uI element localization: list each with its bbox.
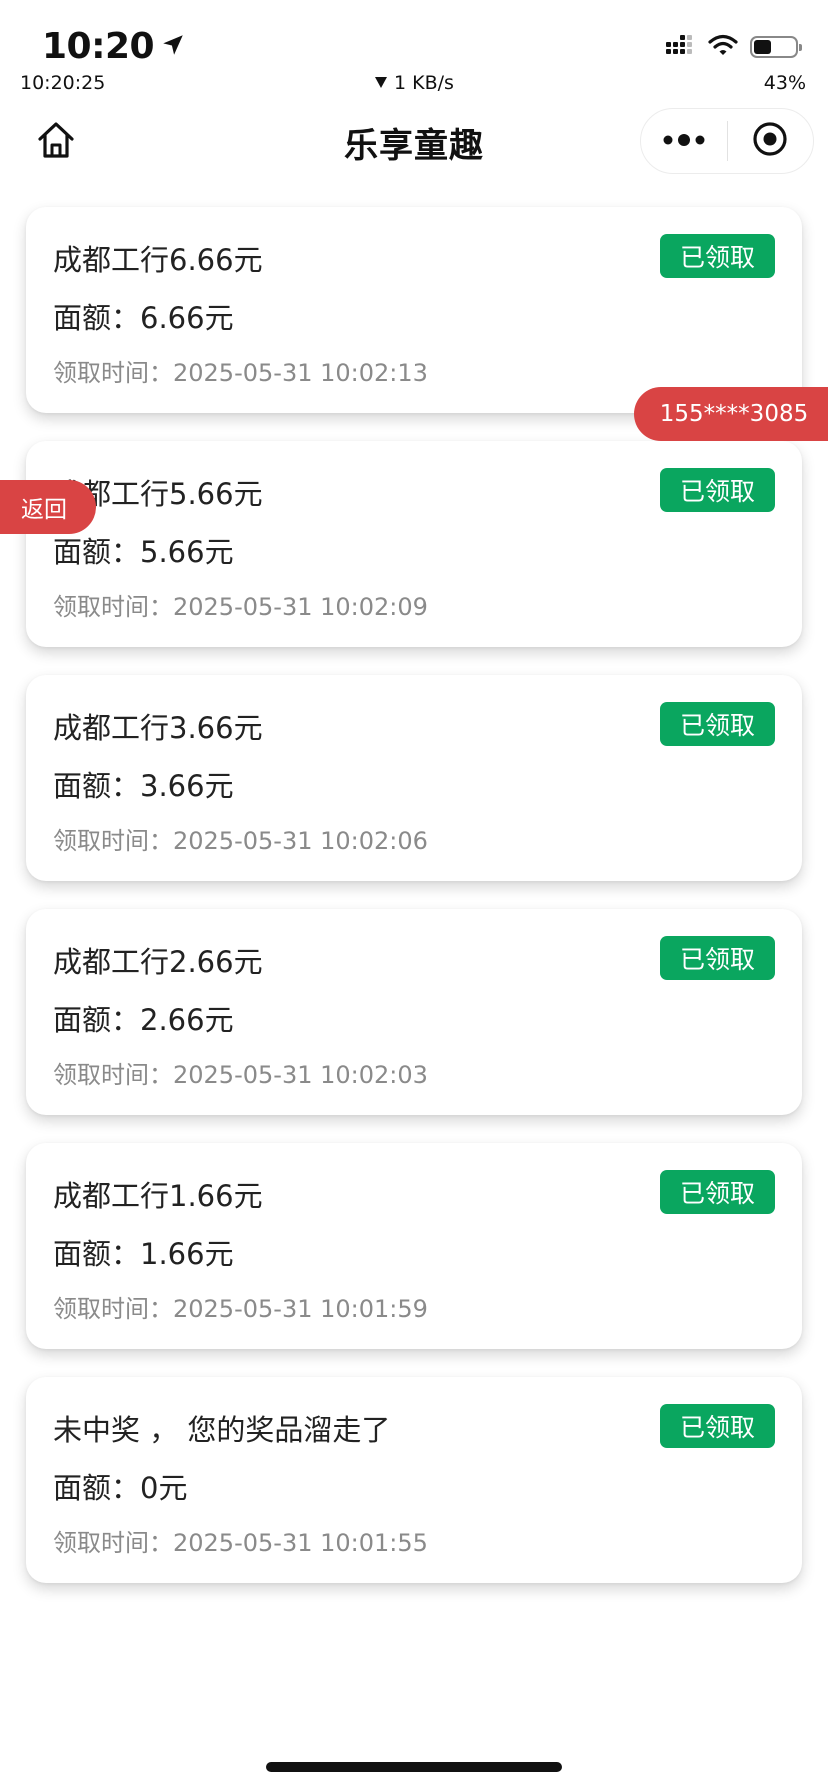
record-amount: 面额：2.66元 — [53, 997, 234, 1039]
time-label: 领取时间： — [53, 1529, 173, 1557]
record-amount: 面额：3.66元 — [53, 763, 234, 805]
record-title: 成都工行3.66元 — [53, 711, 263, 745]
download-arrow-icon — [374, 72, 388, 94]
status-seconds-time: 10:20:25 — [20, 72, 106, 94]
network-speed-text: 1 KB/s — [394, 72, 454, 94]
amount-label: 面额： — [53, 1237, 141, 1271]
status-icons — [666, 34, 802, 60]
amount-label: 面额： — [53, 535, 141, 569]
record-card: 成都工行5.66元 面额：5.66元 领取时间：2025-05-31 10:02… — [26, 441, 802, 647]
cellular-signal-icon — [666, 34, 696, 60]
time-value: 2025-05-31 10:02:09 — [173, 593, 428, 621]
amount-label: 面额： — [53, 1003, 141, 1037]
amount-value: 0元 — [140, 1471, 188, 1505]
time-value: 2025-05-31 10:02:06 — [173, 827, 428, 855]
record-title: 成都工行2.66元 — [53, 945, 263, 979]
record-amount: 面额：1.66元 — [53, 1231, 234, 1273]
nav-bar: 乐享童趣 — [0, 100, 828, 186]
amount-value: 6.66元 — [140, 301, 234, 335]
time-label: 领取时间： — [53, 359, 173, 387]
record-card: 成都工行3.66元 面额：3.66元 领取时间：2025-05-31 10:02… — [26, 675, 802, 881]
time-label: 领取时间： — [53, 827, 173, 855]
status-badge: 已领取 — [660, 1404, 775, 1448]
more-menu-button[interactable] — [641, 109, 727, 173]
status-time: 10:20 — [42, 26, 186, 67]
status-badge: 已领取 — [660, 468, 775, 512]
record-amount: 面额：0元 — [53, 1465, 187, 1507]
network-speed: 1 KB/s — [374, 72, 454, 94]
status-badge: 已领取 — [660, 234, 775, 278]
status-bar: 10:20 10:20:25 1 KB/s 43% — [0, 0, 828, 100]
record-title: 成都工行6.66元 — [53, 243, 263, 277]
time-value: 2025-05-31 10:02:03 — [173, 1061, 428, 1089]
amount-value: 1.66元 — [140, 1237, 234, 1271]
battery-percent: 43% — [763, 72, 806, 94]
time-value: 2025-05-31 10:01:59 — [173, 1295, 428, 1323]
amount-value: 5.66元 — [140, 535, 234, 569]
close-mini-program-button[interactable] — [728, 109, 814, 173]
record-card: 成都工行1.66元 面额：1.66元 领取时间：2025-05-31 10:01… — [26, 1143, 802, 1349]
home-indicator — [266, 1762, 562, 1772]
amount-label: 面额： — [53, 769, 141, 803]
location-arrow-icon — [160, 26, 186, 67]
more-dots-icon — [662, 132, 706, 151]
record-amount: 面额：5.66元 — [53, 529, 234, 571]
time-label: 领取时间： — [53, 1061, 173, 1089]
record-title: 成都工行1.66元 — [53, 1179, 263, 1213]
record-time: 领取时间：2025-05-31 10:01:59 — [53, 1289, 428, 1324]
amount-value: 2.66元 — [140, 1003, 234, 1037]
battery-fill — [754, 40, 771, 54]
record-time: 领取时间：2025-05-31 10:02:06 — [53, 821, 428, 856]
record-card: 成都工行2.66元 面额：2.66元 领取时间：2025-05-31 10:02… — [26, 909, 802, 1115]
status-time-text: 10:20 — [42, 26, 155, 67]
amount-label: 面额： — [53, 1471, 141, 1505]
record-title: 未中奖 ， 您的奖品溜走了 — [53, 1413, 391, 1447]
target-circle-icon — [752, 121, 788, 161]
record-time: 领取时间：2025-05-31 10:02:09 — [53, 587, 428, 622]
record-time: 领取时间：2025-05-31 10:02:03 — [53, 1055, 428, 1090]
record-time: 领取时间：2025-05-31 10:01:55 — [53, 1523, 428, 1558]
back-button[interactable]: 返回 — [0, 480, 96, 534]
time-value: 2025-05-31 10:02:13 — [173, 359, 428, 387]
wifi-icon — [708, 34, 738, 60]
status-badge: 已领取 — [660, 1170, 775, 1214]
record-card: 成都工行6.66元 面额：6.66元 领取时间：2025-05-31 10:02… — [26, 207, 802, 413]
amount-value: 3.66元 — [140, 769, 234, 803]
user-phone-tag[interactable]: 155****3085 — [634, 387, 828, 441]
record-amount: 面额：6.66元 — [53, 295, 234, 337]
record-time: 领取时间：2025-05-31 10:02:13 — [53, 353, 428, 388]
status-badge: 已领取 — [660, 702, 775, 746]
time-label: 领取时间： — [53, 593, 173, 621]
mini-program-capsule — [640, 108, 814, 174]
time-value: 2025-05-31 10:01:55 — [173, 1529, 428, 1557]
time-label: 领取时间： — [53, 1295, 173, 1323]
battery-icon — [750, 36, 802, 58]
amount-label: 面额： — [53, 301, 141, 335]
status-badge: 已领取 — [660, 936, 775, 980]
record-card: 未中奖 ， 您的奖品溜走了 面额：0元 领取时间：2025-05-31 10:0… — [26, 1377, 802, 1583]
